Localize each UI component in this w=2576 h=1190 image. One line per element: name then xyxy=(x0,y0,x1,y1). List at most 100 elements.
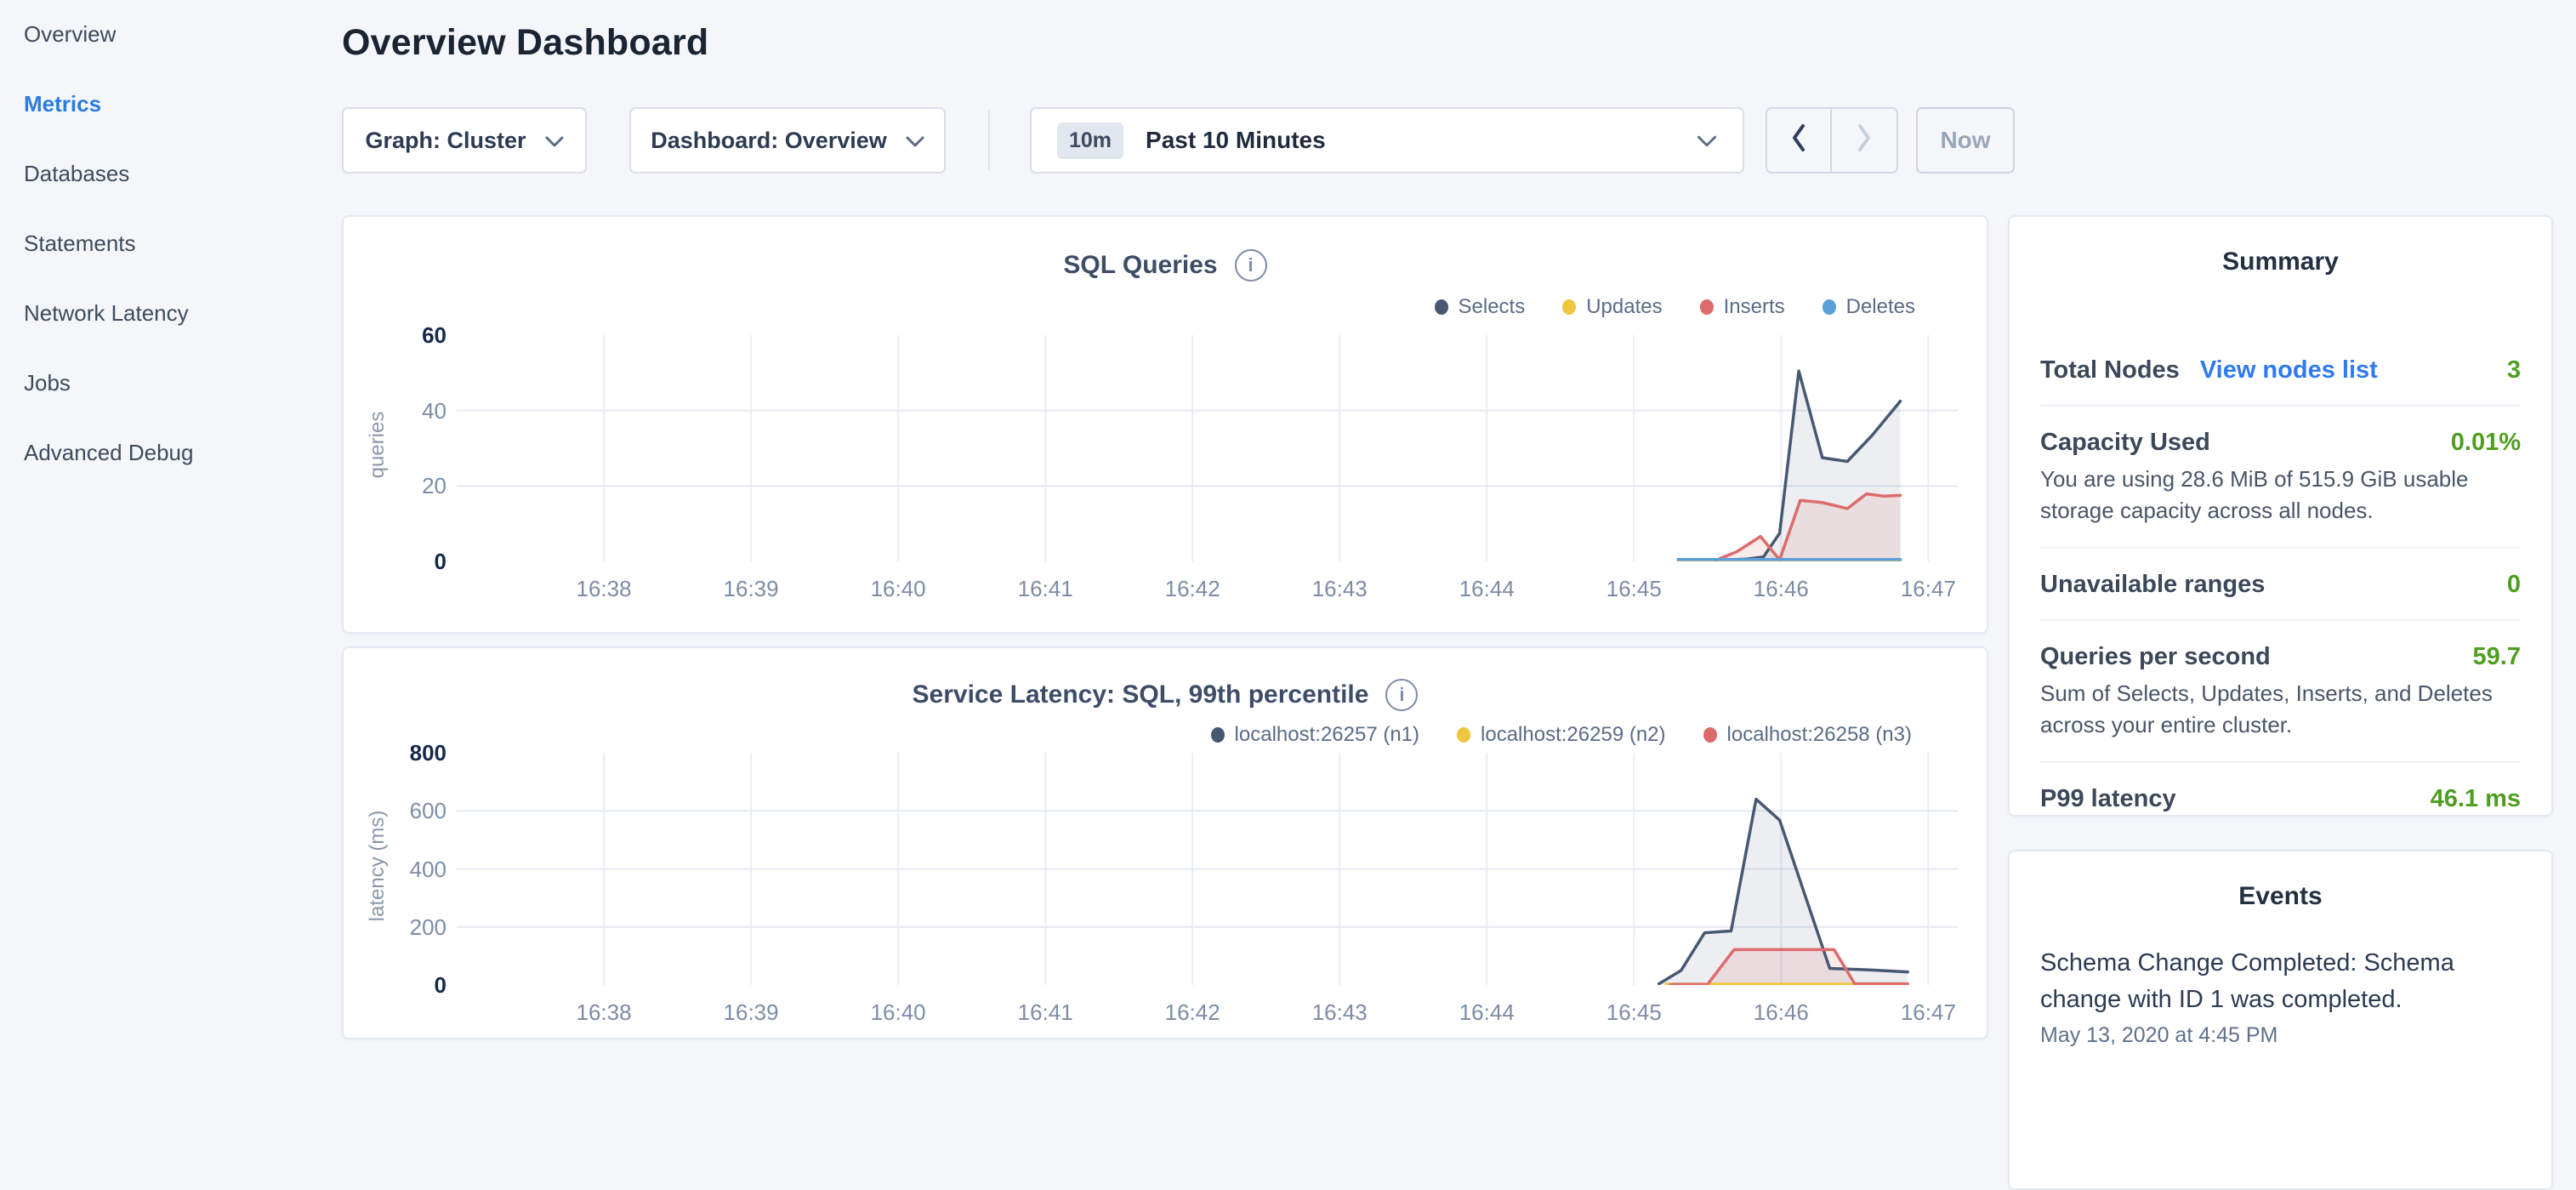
event-text: Schema Change Completed: Schema change w… xyxy=(2040,945,2521,1018)
summary-row: Queries per second 59.7 Sum of Selects, Up… xyxy=(2040,621,2521,761)
legend-item[interactable]: Deletes xyxy=(1823,295,1915,319)
events-title: Events xyxy=(2010,851,2551,911)
sidebar-item-statements[interactable]: Statements xyxy=(24,228,313,259)
legend-series-dot xyxy=(1211,727,1225,743)
time-next-button[interactable] xyxy=(1832,107,1898,174)
x-tick-label: 16:41 xyxy=(986,997,1105,1028)
summary-row: P99 latency 46.1 ms xyxy=(2040,763,2521,834)
legend-series-label: localhost:26257 (n1) xyxy=(1235,723,1419,747)
events-panel: Events Schema Change Completed: Schema c… xyxy=(2008,850,2553,1190)
legend-series-label: Deletes xyxy=(1846,295,1915,319)
x-tick-label: 16:42 xyxy=(1133,997,1252,1028)
sidebar-item-advanced-debug[interactable]: Advanced Debug xyxy=(24,437,313,468)
chart-plot-area[interactable] xyxy=(457,753,1958,985)
x-tick-label: 16:39 xyxy=(691,573,810,604)
chart-legend: localhost:26257 (n1) localhost:26259 (n2)… xyxy=(1211,723,1912,747)
graph-dropdown[interactable]: Graph: Cluster xyxy=(342,107,587,174)
view-nodes-link[interactable]: View nodes list xyxy=(2200,356,2378,384)
summary-stat-description: You are using 28.6 MiB of 515.9 GiB usab… xyxy=(2040,464,2521,527)
page-title: Overview Dashboard xyxy=(342,22,708,64)
service-latency-chart-card: Service Latency: SQL, 99th percentile i lo… xyxy=(342,646,1988,1039)
x-tick-label: 16:41 xyxy=(986,573,1105,604)
legend-item[interactable]: localhost:26258 (n3) xyxy=(1703,723,1912,747)
controls-toolbar: Graph: Cluster Dashboard: Overview 10m P… xyxy=(342,107,2015,174)
summary-stat-value: 46.1 ms xyxy=(2431,785,2521,813)
x-tick-label: 16:45 xyxy=(1574,573,1693,604)
summary-stat-value: 3 xyxy=(2507,356,2521,384)
summary-stat-value: 0.01% xyxy=(2451,429,2521,457)
x-tick-label: 16:47 xyxy=(1868,573,1987,604)
legend-series-dot xyxy=(1700,299,1714,315)
chart-legend: Selects Updates Inserts Deletes xyxy=(1435,295,1916,319)
sidebar-item-databases[interactable]: Databases xyxy=(24,158,313,189)
legend-item[interactable]: Updates xyxy=(1562,295,1662,319)
summary-stat-value: 0 xyxy=(2507,571,2521,599)
y-tick-label: 40 xyxy=(344,396,446,426)
graph-dropdown-label: Graph: Cluster xyxy=(365,128,526,154)
chart-title: Service Latency: SQL, 99th percentile xyxy=(913,680,1369,709)
summary-stat-label: Queries per second xyxy=(2040,643,2271,671)
sidebar-item-jobs[interactable]: Jobs xyxy=(24,367,313,398)
x-tick-label: 16:46 xyxy=(1721,573,1840,604)
legend-series-dot xyxy=(1457,727,1470,743)
y-tick-label: 0 xyxy=(344,546,446,577)
legend-item[interactable]: Selects xyxy=(1435,295,1526,319)
x-tick-label: 16:47 xyxy=(1868,997,1987,1028)
info-circle-icon[interactable]: i xyxy=(1235,249,1267,282)
y-tick-label: 600 xyxy=(344,795,446,826)
legend-series-label: Inserts xyxy=(1724,295,1785,319)
x-tick-label: 16:42 xyxy=(1133,573,1252,604)
summary-stat-label: Unavailable ranges xyxy=(2040,571,2265,599)
chevron-down-icon xyxy=(906,128,924,154)
chevron-right-icon xyxy=(1856,122,1873,159)
now-button[interactable]: Now xyxy=(1916,107,2015,174)
summary-stat-description: Sum of Selects, Updates, Inserts, and De… xyxy=(2040,678,2521,741)
x-tick-label: 16:39 xyxy=(691,997,810,1028)
summary-row-line: P99 latency 46.1 ms xyxy=(2040,785,2521,813)
summary-row-line: Total NodesView nodes list3 xyxy=(2040,356,2521,384)
dashboard-dropdown[interactable]: Dashboard: Overview xyxy=(629,107,946,174)
x-tick-label: 16:45 xyxy=(1574,997,1693,1028)
time-prev-button[interactable] xyxy=(1766,107,1832,174)
time-range-badge: 10m xyxy=(1057,122,1123,159)
chevron-down-icon xyxy=(545,128,564,154)
chart-title-row: SQL Queriesi xyxy=(344,249,1987,282)
legend-item[interactable]: Inserts xyxy=(1700,295,1785,319)
sidebar-item-network-latency[interactable]: Network Latency xyxy=(24,298,313,328)
summary-row: Total NodesView nodes list3 xyxy=(2040,334,2521,405)
y-tick-label: 400 xyxy=(344,854,446,885)
legend-series-label: localhost:26259 (n2) xyxy=(1481,723,1665,747)
legend-series-dot xyxy=(1823,299,1836,315)
sidebar-item-metrics[interactable]: Metrics xyxy=(24,88,313,119)
info-circle-icon[interactable]: i xyxy=(1385,679,1418,711)
summary-row: Unavailable ranges 0 xyxy=(2040,549,2521,619)
sql-queries-chart-card: SQL Queriesi Selects Updates Inserts Deletes… xyxy=(342,215,1988,634)
x-tick-label: 16:44 xyxy=(1427,997,1546,1028)
chart-plot-area[interactable] xyxy=(457,335,1958,561)
event-item: Schema Change Completed: Schema change w… xyxy=(2040,945,2521,1048)
x-tick-label: 16:40 xyxy=(839,573,958,604)
summary-row-line: Queries per second 59.7 xyxy=(2040,643,2521,671)
legend-item[interactable]: localhost:26259 (n2) xyxy=(1457,723,1665,747)
summary-stat-label: Capacity Used xyxy=(2040,429,2210,457)
time-window-selector[interactable]: 10m Past 10 Minutes xyxy=(1030,107,1744,174)
x-tick-label: 16:43 xyxy=(1280,997,1399,1028)
y-tick-label: 800 xyxy=(344,737,446,768)
summary-row-line: Unavailable ranges 0 xyxy=(2040,571,2521,599)
time-range-label: Past 10 Minutes xyxy=(1146,127,1326,154)
sidebar-item-overview[interactable]: Overview xyxy=(24,19,313,49)
summary-panel: Summary Total NodesView nodes list3Capac… xyxy=(2008,215,2553,817)
dashboard-dropdown-label: Dashboard: Overview xyxy=(651,128,887,154)
summary-row: Capacity Used 0.01% You are using 28.6 MiB… xyxy=(2040,407,2521,547)
legend-series-label: localhost:26258 (n3) xyxy=(1727,723,1912,747)
summary-stat-label: P99 latency xyxy=(2040,785,2176,813)
series-area-Inserts xyxy=(1715,494,1901,561)
x-tick-label: 16:43 xyxy=(1280,573,1399,604)
x-tick-label: 16:40 xyxy=(839,997,958,1028)
x-tick-label: 16:38 xyxy=(544,997,663,1028)
legend-series-dot xyxy=(1435,299,1448,315)
legend-series-dot xyxy=(1703,727,1717,743)
y-tick-label: 200 xyxy=(344,912,446,942)
summary-stat-value: 59.7 xyxy=(2473,643,2521,671)
legend-item[interactable]: localhost:26257 (n1) xyxy=(1211,723,1419,747)
